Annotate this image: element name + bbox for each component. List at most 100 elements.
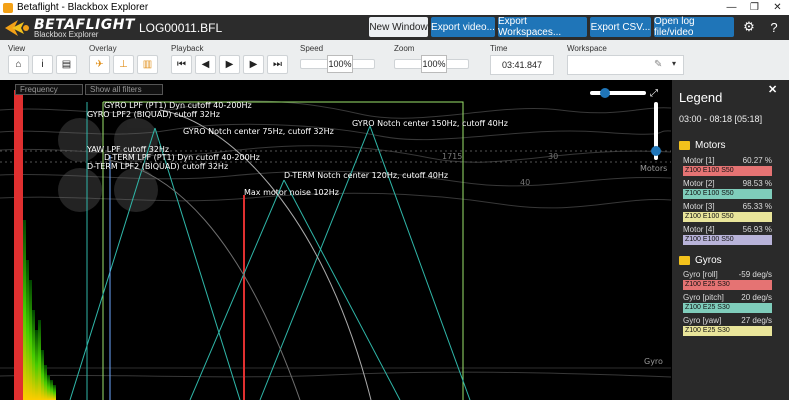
rpm-readout: 1715 [442, 152, 463, 161]
analyser-graph [0, 90, 671, 400]
overlay-label: Overlay [89, 44, 117, 53]
annotation-gyro-notch-150: GYRO Notch center 150Hz, cutoff 40Hz [352, 119, 508, 128]
craft-overlay-icon[interactable]: ✈ [89, 55, 110, 74]
legend-title: Legend [679, 90, 723, 105]
annotation-max-motor-noise: Max motor noise 102Hz [244, 188, 339, 197]
step-back-icon[interactable]: ◀ [195, 55, 216, 74]
horizontal-zoom-handle[interactable] [600, 88, 610, 98]
annotation-dterm-notch: D-TERM Notch center 120Hz, cutoff 40Hz [284, 171, 449, 180]
export-video-button[interactable]: Export video... [431, 17, 495, 37]
annotation-gyro-notch-75: GYRO Notch center 75Hz, cutoff 32Hz [183, 127, 334, 136]
app-icon [3, 2, 13, 13]
log-table-icon[interactable]: ▤ [56, 55, 77, 74]
series-settings-tag[interactable]: Z100 E25 S30 [683, 280, 772, 290]
axis-label-30: 30 [548, 152, 559, 161]
info-icon[interactable]: i [32, 55, 53, 74]
series-label: Motor [3] [683, 202, 715, 211]
series-label: Gyro [pitch] [683, 293, 724, 302]
legend-series-motor-4[interactable]: Motor [4] 56.93 % Z100 E100 S50 [683, 225, 772, 245]
series-value: 27 deg/s [741, 316, 772, 325]
series-settings-tag[interactable]: Z100 E100 S50 [683, 189, 772, 199]
series-settings-tag[interactable]: Z100 E100 S50 [683, 212, 772, 222]
home-icon[interactable]: ⌂ [8, 55, 29, 74]
series-settings-tag[interactable]: Z100 E100 S50 [683, 166, 772, 176]
playback-label: Playback [171, 44, 204, 53]
brand-subtitle: Blackbox Explorer [34, 30, 99, 39]
new-window-button[interactable]: New Window [369, 17, 428, 37]
speed-label: Speed [300, 44, 324, 53]
workspace-select[interactable]: ✎ ▾ [567, 55, 684, 75]
legend-time-range: 03:00 - 08:18 [05:18] [679, 114, 763, 124]
logo-wings-icon [5, 20, 29, 36]
folder-icon [679, 141, 690, 150]
maximize-button[interactable]: ❐ [743, 2, 766, 13]
series-label: Gyro [yaw] [683, 316, 722, 325]
annotation-gyro-lpf: GYRO LPF (PT1) Dyn cutoff 40-200Hz [104, 101, 252, 110]
legend-series-gyro-yaw[interactable]: Gyro [yaw] 27 deg/s Z100 E25 S30 [683, 316, 772, 336]
gear-icon[interactable]: ⚙ [738, 17, 760, 37]
app-header: BETAFLIGHT Blackbox Explorer LOG00011.BF… [0, 15, 789, 40]
zoom-value[interactable]: 100% [421, 55, 447, 73]
jump-start-icon[interactable]: ⏮ [171, 55, 192, 74]
sticks-overlay-icon[interactable]: ⊥ [113, 55, 134, 74]
play-icon[interactable]: ▶ [219, 55, 240, 74]
legend-panel: Legend ✕ 03:00 - 08:18 [05:18] Motors Mo… [672, 80, 789, 400]
expand-icon[interactable]: ⤢ [650, 88, 658, 99]
open-log-button[interactable]: Open log file/video [654, 16, 734, 38]
axis-label-40: 40 [520, 178, 531, 187]
annotation-dterm-lpf: D-TERM LPF (PT1) Dyn cutoff 40-200Hz [104, 153, 260, 162]
export-workspaces-button[interactable]: Export Workspaces... [498, 16, 587, 38]
graph-canvas[interactable]: Frequency Show all filters GYRO LPF (PT1… [0, 80, 671, 400]
betaflight-logo: BETAFLIGHT Blackbox Explorer [4, 17, 134, 39]
time-label: Time [490, 44, 508, 53]
close-window-button[interactable]: ✕ [766, 2, 789, 13]
step-forward-icon[interactable]: ▶ [243, 55, 264, 74]
series-label: Gyro [roll] [683, 270, 718, 279]
series-settings-tag[interactable]: Z100 E100 S50 [683, 235, 772, 245]
speed-value[interactable]: 100% [327, 55, 353, 73]
legend-group-motors[interactable]: Motors [679, 140, 726, 151]
legend-series-motor-2[interactable]: Motor [2] 98.53 % Z100 E100 S50 [683, 179, 772, 199]
export-csv-button[interactable]: Export CSV... [590, 17, 651, 37]
legend-series-gyro-pitch[interactable]: Gyro [pitch] 20 deg/s Z100 E25 S30 [683, 293, 772, 313]
motors-graph-label: Motors [640, 164, 668, 173]
series-value: 65.33 % [742, 202, 772, 211]
series-label: Motor [1] [683, 156, 715, 165]
zoom-label: Zoom [394, 44, 415, 53]
series-label: Motor [2] [683, 179, 715, 188]
jump-end-icon[interactable]: ⏭ [267, 55, 288, 74]
vertical-zoom-handle[interactable] [651, 146, 661, 156]
view-label: View [8, 44, 26, 53]
legend-series-gyro-roll[interactable]: Gyro [roll] -59 deg/s Z100 E25 S30 [683, 270, 772, 290]
toolbar: View ⌂ i ▤ Overlay ✈ ⊥ ▥ Playback ⏮ ◀ ▶ … [0, 40, 789, 80]
annotation-gyro-lpf2: GYRO LPF2 (BIQUAD) cutoff 32Hz [87, 110, 220, 119]
gyro-graph-label: Gyro [644, 357, 663, 366]
series-value: -59 deg/s [738, 270, 772, 279]
filter-select[interactable]: Show all filters [85, 84, 163, 95]
folder-icon [679, 256, 690, 265]
minimize-button[interactable]: — [720, 2, 743, 13]
frequency-select[interactable]: Frequency [15, 84, 83, 95]
series-value: 98.53 % [742, 179, 772, 188]
series-value: 20 deg/s [741, 293, 772, 302]
legend-series-motor-1[interactable]: Motor [1] 60.27 % Z100 E100 S50 [683, 156, 772, 176]
series-label: Motor [4] [683, 225, 715, 234]
horizontal-zoom-slider[interactable] [590, 91, 646, 95]
analyser-overlay-icon[interactable]: ▥ [137, 55, 158, 74]
pencil-icon[interactable]: ✎ [654, 59, 662, 70]
workspace-label: Workspace [567, 44, 607, 53]
legend-series-motor-3[interactable]: Motor [3] 65.33 % Z100 E100 S50 [683, 202, 772, 222]
help-icon[interactable]: ? [763, 17, 785, 37]
series-value: 56.93 % [742, 225, 772, 234]
window-title: Betaflight - Blackbox Explorer [17, 2, 149, 13]
chevron-down-icon: ▾ [672, 59, 677, 68]
series-value: 60.27 % [742, 156, 772, 165]
series-settings-tag[interactable]: Z100 E25 S30 [683, 326, 772, 336]
annotation-dterm-lpf2: D-TERM LPF2 (BIQUAD) cutoff 32Hz [87, 162, 229, 171]
legend-group-gyros[interactable]: Gyros [679, 255, 722, 266]
close-icon[interactable]: ✕ [768, 83, 777, 96]
legend-group-label: Gyros [695, 255, 722, 266]
series-settings-tag[interactable]: Z100 E25 S30 [683, 303, 772, 313]
time-field[interactable]: 03:41.847 [490, 55, 554, 75]
log-filename: LOG00011.BFL [139, 21, 223, 35]
